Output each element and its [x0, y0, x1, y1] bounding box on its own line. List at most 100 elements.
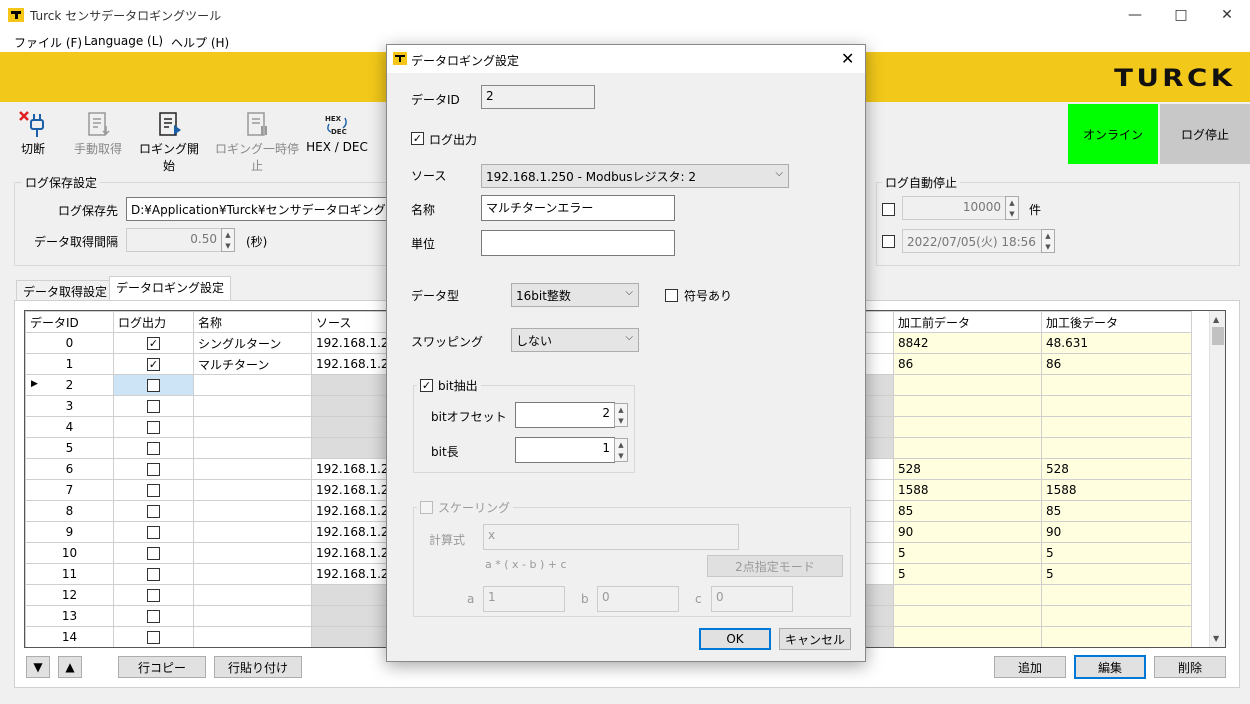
log-dest-input[interactable]: D:¥Application¥Turck¥センサデータロギングツ — [126, 197, 390, 221]
cell-name[interactable] — [193, 479, 312, 501]
auto-stop-count-checkbox[interactable] — [882, 203, 895, 216]
auto-stop-datetime-checkbox[interactable] — [882, 235, 895, 248]
move-down-button[interactable]: ▼ — [26, 656, 50, 678]
cell-data-id[interactable]: ▶ 2 — [25, 374, 114, 396]
log-output-checkbox[interactable]: ✓ — [147, 358, 160, 371]
cell-log-output[interactable] — [113, 395, 194, 417]
cell-data-id[interactable]: 12 — [25, 584, 114, 606]
cell-raw-data[interactable] — [893, 437, 1042, 459]
cell-raw-data[interactable]: 90 — [893, 521, 1042, 543]
cell-processed-data[interactable] — [1041, 395, 1192, 417]
scroll-down-icon[interactable]: ▼ — [1213, 634, 1219, 643]
cell-raw-data[interactable] — [893, 374, 1042, 396]
cell-data-id[interactable]: 6 — [25, 458, 114, 480]
cell-raw-data[interactable] — [893, 605, 1042, 627]
param-a-input[interactable]: 1 — [483, 586, 565, 612]
cell-log-output[interactable] — [113, 626, 194, 647]
cell-processed-data[interactable]: 1588 — [1041, 479, 1192, 501]
header-name[interactable]: 名称 — [193, 311, 312, 333]
cell-data-id[interactable]: 13 — [25, 605, 114, 627]
menu-help[interactable]: ヘルプ (H) — [171, 34, 229, 51]
log-output-checkbox[interactable] — [147, 400, 160, 413]
log-output-checkbox[interactable] — [147, 379, 160, 392]
interval-spinner[interactable]: ▲ ▼ — [221, 228, 235, 252]
edit-button[interactable]: 編集 — [1074, 655, 1146, 679]
cell-name[interactable] — [193, 437, 312, 459]
log-output-checkbox[interactable] — [147, 463, 160, 476]
name-input[interactable]: マルチターンエラー — [481, 195, 675, 221]
two-point-mode-button[interactable]: 2点指定モード — [707, 555, 843, 577]
cell-log-output[interactable] — [113, 374, 194, 396]
log-output-checkbox[interactable] — [147, 421, 160, 434]
scroll-up-icon[interactable]: ▲ — [1213, 315, 1219, 324]
cell-log-output[interactable]: ✓ — [113, 332, 194, 354]
cell-name[interactable] — [193, 395, 312, 417]
bit-extract-checkbox[interactable]: ✓ — [420, 379, 433, 392]
cell-name[interactable] — [193, 416, 312, 438]
auto-stop-datetime-spinner[interactable]: ▲ ▼ — [1041, 229, 1055, 253]
cell-name[interactable] — [193, 374, 312, 396]
cell-processed-data[interactable] — [1041, 437, 1192, 459]
cell-processed-data[interactable]: 86 — [1041, 353, 1192, 375]
cell-data-id[interactable]: 7 — [25, 479, 114, 501]
auto-stop-count-input[interactable]: 10000 — [902, 196, 1006, 220]
cell-log-output[interactable] — [113, 479, 194, 501]
tab-data-acquisition[interactable]: データ取得設定 — [16, 280, 115, 301]
cell-processed-data[interactable] — [1041, 626, 1192, 647]
cell-raw-data[interactable]: 86 — [893, 353, 1042, 375]
datatype-select[interactable]: 16bit整数 ⌵ — [511, 283, 639, 307]
cell-name[interactable] — [193, 542, 312, 564]
delete-button[interactable]: 削除 — [1154, 656, 1226, 678]
log-output-checkbox[interactable] — [147, 505, 160, 518]
cell-processed-data[interactable]: 48.631 — [1041, 332, 1192, 354]
cell-raw-data[interactable] — [893, 395, 1042, 417]
log-output-checkbox[interactable]: ✓ — [411, 132, 424, 145]
cell-data-id[interactable]: 11 — [25, 563, 114, 585]
cell-log-output[interactable]: ✓ — [113, 353, 194, 375]
maximize-button[interactable]: □ — [1158, 0, 1204, 30]
online-status-button[interactable]: オンライン — [1068, 104, 1158, 164]
cell-log-output[interactable] — [113, 437, 194, 459]
manual-acquire-button[interactable]: 手動取得 — [70, 104, 126, 164]
pause-logging-button[interactable]: ロギング一時停止 — [212, 104, 302, 173]
cell-name[interactable]: マルチターン — [193, 353, 312, 375]
header-processed-data[interactable]: 加工後データ — [1041, 311, 1192, 333]
log-output-checkbox[interactable] — [147, 547, 160, 560]
log-output-checkbox[interactable] — [147, 568, 160, 581]
menu-file[interactable]: ファイル (F) — [14, 34, 82, 51]
cell-processed-data[interactable] — [1041, 584, 1192, 606]
unit-input[interactable] — [481, 230, 675, 256]
add-button[interactable]: 追加 — [994, 656, 1066, 678]
cell-log-output[interactable] — [113, 521, 194, 543]
log-output-checkbox[interactable] — [147, 526, 160, 539]
close-button[interactable]: ✕ — [1204, 0, 1250, 30]
cell-log-output[interactable] — [113, 500, 194, 522]
cell-raw-data[interactable]: 5 — [893, 542, 1042, 564]
cell-processed-data[interactable]: 85 — [1041, 500, 1192, 522]
start-logging-button[interactable]: ロギング開始 — [134, 104, 204, 173]
dialog-close-icon[interactable]: ✕ — [841, 49, 854, 68]
bit-offset-spinner[interactable]: ▲ ▼ — [614, 403, 628, 427]
cell-raw-data[interactable]: 528 — [893, 458, 1042, 480]
move-up-button[interactable]: ▲ — [58, 656, 82, 678]
cell-processed-data[interactable]: 90 — [1041, 521, 1192, 543]
cell-processed-data[interactable] — [1041, 605, 1192, 627]
scaling-checkbox[interactable] — [420, 501, 433, 514]
cell-raw-data[interactable]: 85 — [893, 500, 1042, 522]
scroll-thumb[interactable] — [1212, 327, 1224, 345]
ok-button[interactable]: OK — [699, 628, 771, 650]
formula-input[interactable]: x — [483, 524, 739, 550]
hex-dec-button[interactable]: HEX DEC HEX / DEC — [306, 104, 368, 164]
cell-name[interactable] — [193, 626, 312, 647]
header-log-output[interactable]: ログ出力 — [113, 311, 194, 333]
cell-name[interactable] — [193, 563, 312, 585]
bit-length-spinner[interactable]: ▲ ▼ — [614, 438, 628, 462]
cell-processed-data[interactable]: 5 — [1041, 542, 1192, 564]
cell-raw-data[interactable] — [893, 416, 1042, 438]
log-stop-status[interactable]: ログ停止 — [1160, 104, 1250, 164]
bit-length-input[interactable]: 1 — [515, 437, 615, 463]
copy-row-button[interactable]: 行コピー — [118, 656, 206, 678]
paste-row-button[interactable]: 行貼り付け — [214, 656, 302, 678]
cell-log-output[interactable] — [113, 416, 194, 438]
log-output-checkbox[interactable]: ✓ — [147, 337, 160, 350]
